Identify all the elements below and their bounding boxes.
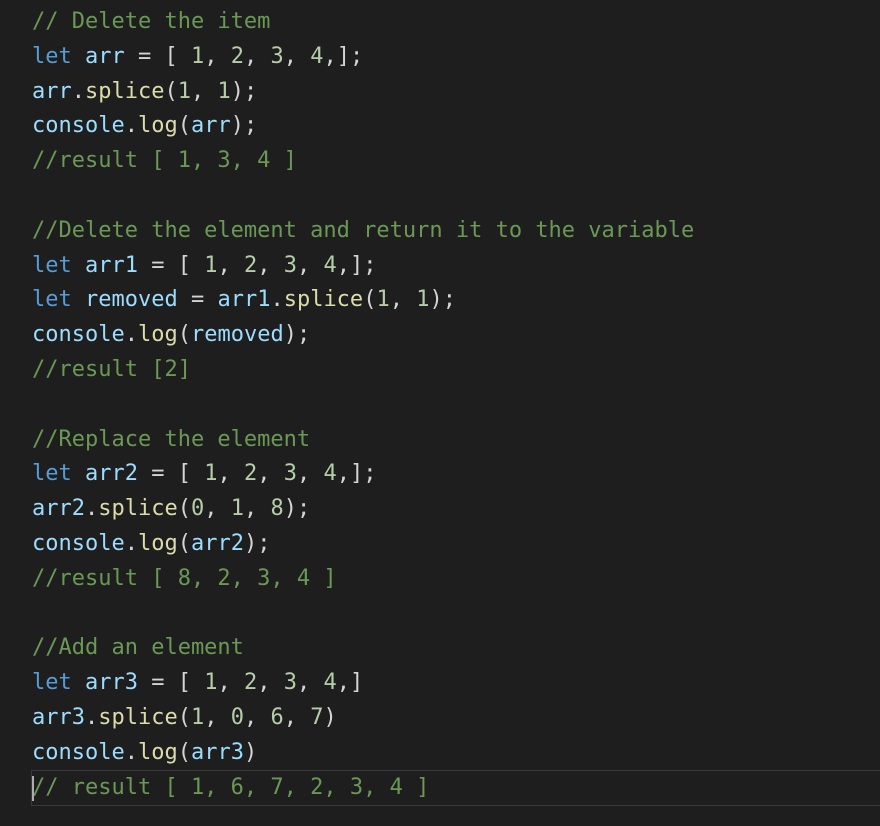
comment-line[interactable]: // Delete the item	[32, 5, 880, 40]
code-line[interactable]: console.log(arr);	[32, 109, 880, 144]
comment-line[interactable]: //Replace the element	[32, 423, 880, 458]
code-line[interactable]: let arr1 = [ 1, 2, 3, 4,];	[32, 249, 880, 284]
comment-line[interactable]: //Delete the element and return it to th…	[32, 214, 880, 249]
blank-line[interactable]	[32, 388, 880, 423]
code-line[interactable]: console.log(arr3)	[32, 736, 880, 771]
code-line[interactable]: let arr2 = [ 1, 2, 3, 4,];	[32, 457, 880, 492]
code-line[interactable]: arr.splice(1, 1);	[32, 75, 880, 110]
blank-line[interactable]	[32, 179, 880, 214]
comment-line[interactable]: //result [ 8, 2, 3, 4 ]	[32, 562, 880, 597]
code-line[interactable]: let arr3 = [ 1, 2, 3, 4,]	[32, 666, 880, 701]
code-line[interactable]: console.log(removed);	[32, 318, 880, 353]
code-line[interactable]: let arr = [ 1, 2, 3, 4,];	[32, 40, 880, 75]
blank-line[interactable]	[32, 597, 880, 632]
text-cursor	[32, 775, 34, 801]
code-line[interactable]: console.log(arr2);	[32, 527, 880, 562]
comment-line[interactable]: //result [ 1, 3, 4 ]	[32, 144, 880, 179]
code-editor[interactable]: // Delete the item let arr = [ 1, 2, 3, 4…	[0, 0, 880, 826]
code-line[interactable]: arr2.splice(0, 1, 8);	[32, 492, 880, 527]
comment-line[interactable]: //Add an element	[32, 631, 880, 666]
comment-line[interactable]: // result [ 1, 6, 7, 2, 3, 4 ]	[31, 769, 880, 807]
code-line[interactable]: arr3.splice(1, 0, 6, 7)	[32, 701, 880, 736]
code-line[interactable]: let removed = arr1.splice(1, 1);	[32, 283, 880, 318]
comment-line[interactable]: //result [2]	[32, 353, 880, 388]
